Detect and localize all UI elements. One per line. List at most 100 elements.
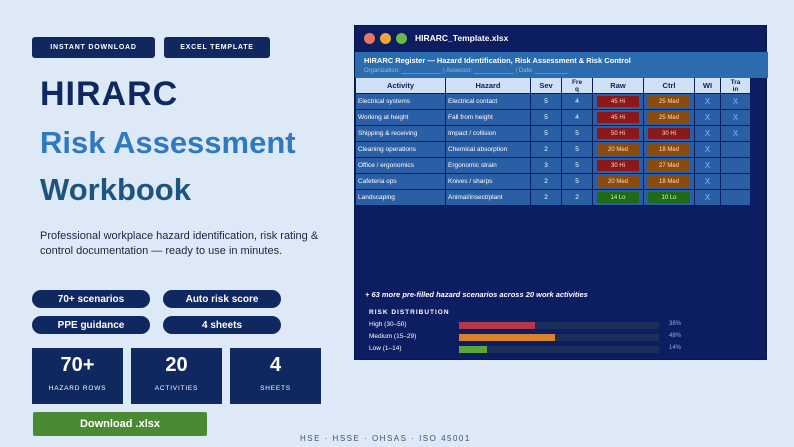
table-cell-raw[interactable]: 20 Med bbox=[593, 174, 644, 190]
feature-pill-scenarios: 70+ scenarios bbox=[32, 290, 150, 308]
footer-standards: HSE · HSSE · OHSAS · ISO 45001 bbox=[300, 434, 471, 443]
risk-level-label: High (30–50) bbox=[369, 321, 407, 328]
table-cell-wi[interactable]: X bbox=[695, 110, 721, 126]
table-cell-train[interactable]: X bbox=[721, 110, 751, 126]
page-title-line1: HIRARC bbox=[40, 75, 179, 113]
table-cell-sev[interactable]: 2 bbox=[531, 190, 562, 206]
table-cell-train[interactable]: X bbox=[721, 94, 751, 110]
table-cell-raw[interactable]: 20 Med bbox=[593, 142, 644, 158]
table-cell-sev[interactable]: 2 bbox=[531, 174, 562, 190]
stat-label: ACTIVITIES bbox=[154, 385, 199, 392]
table-cell-sev[interactable]: 5 bbox=[531, 110, 562, 126]
risk-score-badge: 25 Med bbox=[648, 112, 690, 123]
table-row[interactable]: Landscaping Animal/insect/plant 2 2 14 Lo 10 … bbox=[356, 190, 751, 206]
stat-label: HAZARD ROWS bbox=[48, 385, 107, 392]
stat-label: SHEETS bbox=[260, 385, 291, 392]
table-cell-sev[interactable]: 3 bbox=[531, 158, 562, 174]
register-header: HIRARC Register — Hazard Identification,… bbox=[355, 52, 768, 78]
table-cell-wi[interactable]: X bbox=[695, 94, 721, 110]
risk-score-badge: 25 Med bbox=[648, 96, 690, 107]
table-cell-activity[interactable]: Working at height bbox=[356, 110, 446, 126]
table-row[interactable]: Cleaning operations Chemical absorption 2 5… bbox=[356, 142, 751, 158]
table-cell-train[interactable] bbox=[721, 142, 751, 158]
table-cell-ctrl[interactable]: 18 Med bbox=[644, 174, 695, 190]
product-description: Professional workplace hazard identifica… bbox=[40, 230, 319, 257]
table-cell-hazard[interactable]: Electrical contact bbox=[446, 94, 531, 110]
table-cell-sev[interactable]: 2 bbox=[531, 142, 562, 158]
table-cell-raw[interactable]: 45 Hi bbox=[593, 110, 644, 126]
table-cell-hazard[interactable]: Animal/insect/plant bbox=[446, 190, 531, 206]
table-cell-activity[interactable]: Office / ergonomics bbox=[356, 158, 446, 174]
table-header-row: Activity Hazard Sev Fre q Raw Ctrl WI Tra in bbox=[356, 78, 751, 94]
column-header: WI bbox=[695, 78, 721, 94]
table-cell-raw[interactable]: 45 Hi bbox=[593, 94, 644, 110]
page-title-line2: Risk Assessment bbox=[40, 125, 296, 160]
table-cell-wi[interactable]: X bbox=[695, 174, 721, 190]
risk-bar-track bbox=[459, 346, 659, 353]
table-cell-wi[interactable]: X bbox=[695, 158, 721, 174]
table-cell-freq[interactable]: 5 bbox=[562, 158, 593, 174]
column-header: Ctrl bbox=[644, 78, 695, 94]
column-header: Tra in bbox=[721, 78, 751, 94]
table-cell-ctrl[interactable]: 25 Med bbox=[644, 94, 695, 110]
risk-bar-fill bbox=[459, 346, 487, 353]
table-row[interactable]: Electrical systems Electrical contact 5 4 45… bbox=[356, 94, 751, 110]
table-cell-ctrl[interactable]: 10 Lo bbox=[644, 190, 695, 206]
table-cell-hazard[interactable]: Fall from height bbox=[446, 110, 531, 126]
table-cell-train[interactable]: X bbox=[721, 126, 751, 142]
table-cell-freq[interactable]: 4 bbox=[562, 110, 593, 126]
table-cell-freq[interactable]: 2 bbox=[562, 190, 593, 206]
table-cell-activity[interactable]: Cafeteria ops bbox=[356, 174, 446, 190]
table-cell-activity[interactable]: Cleaning operations bbox=[356, 142, 446, 158]
stat-number: 70+ bbox=[60, 354, 95, 376]
register-title: HIRARC Register — Hazard Identification,… bbox=[364, 56, 631, 65]
risk-score-badge: 14 Lo bbox=[597, 192, 639, 203]
table-cell-train[interactable] bbox=[721, 158, 751, 174]
table-cell-hazard[interactable]: Ergonomic strain bbox=[446, 158, 531, 174]
risk-score-badge: 20 Med bbox=[597, 176, 639, 187]
download-button[interactable]: Download .xlsx bbox=[33, 412, 207, 436]
table-row[interactable]: Working at height Fall from height 5 4 45 Hi… bbox=[356, 110, 751, 126]
table-cell-freq[interactable]: 5 bbox=[562, 126, 593, 142]
table-cell-ctrl[interactable]: 27 Med bbox=[644, 158, 695, 174]
risk-score-badge: 18 Med bbox=[648, 144, 690, 155]
table-cell-ctrl[interactable]: 25 Med bbox=[644, 110, 695, 126]
risk-score-badge: 18 Med bbox=[648, 176, 690, 187]
table-cell-wi[interactable]: X bbox=[695, 126, 721, 142]
window-maximize-dot-icon[interactable] bbox=[396, 33, 407, 44]
table-cell-train[interactable] bbox=[721, 190, 751, 206]
window-filename: HIRARC_Template.xlsx bbox=[415, 33, 509, 43]
stat-number: 4 bbox=[269, 354, 282, 376]
window-minimize-dot-icon[interactable] bbox=[380, 33, 391, 44]
table-cell-freq[interactable]: 5 bbox=[562, 142, 593, 158]
table-cell-hazard[interactable]: Chemical absorption bbox=[446, 142, 531, 158]
table-cell-ctrl[interactable]: 18 Med bbox=[644, 142, 695, 158]
table-cell-sev[interactable]: 5 bbox=[531, 94, 562, 110]
table-cell-wi[interactable]: X bbox=[695, 190, 721, 206]
stat-hazard-rows: 70+ HAZARD ROWS bbox=[32, 348, 123, 404]
table-cell-train[interactable] bbox=[721, 174, 751, 190]
feature-pill-ppe: PPE guidance bbox=[32, 316, 150, 334]
risk-bar-track bbox=[459, 334, 659, 341]
window-close-dot-icon[interactable] bbox=[364, 33, 375, 44]
table-row[interactable]: Cafeteria ops Knives / sharps 2 5 20 Med 18 M… bbox=[356, 174, 751, 190]
table-cell-activity[interactable]: Landscaping bbox=[356, 190, 446, 206]
excel-template-tag: EXCEL TEMPLATE bbox=[164, 37, 270, 58]
table-cell-activity[interactable]: Electrical systems bbox=[356, 94, 446, 110]
stat-number: 20 bbox=[165, 354, 188, 376]
table-cell-hazard[interactable]: Impact / collision bbox=[446, 126, 531, 142]
table-cell-wi[interactable]: X bbox=[695, 142, 721, 158]
table-cell-activity[interactable]: Shipping & receiving bbox=[356, 126, 446, 142]
table-cell-ctrl[interactable]: 30 Hi bbox=[644, 126, 695, 142]
table-row[interactable]: Shipping & receiving Impact / collision 5 5… bbox=[356, 126, 751, 142]
risk-level-label: Medium (15–29) bbox=[369, 333, 417, 340]
table-row[interactable]: Office / ergonomics Ergonomic strain 3 5 30 … bbox=[356, 158, 751, 174]
risk-score-badge: 27 Med bbox=[648, 160, 690, 171]
table-cell-freq[interactable]: 5 bbox=[562, 174, 593, 190]
table-cell-raw[interactable]: 14 Lo bbox=[593, 190, 644, 206]
table-cell-sev[interactable]: 5 bbox=[531, 126, 562, 142]
table-cell-hazard[interactable]: Knives / sharps bbox=[446, 174, 531, 190]
table-cell-raw[interactable]: 30 Hi bbox=[593, 158, 644, 174]
table-cell-raw[interactable]: 50 Hi bbox=[593, 126, 644, 142]
table-cell-freq[interactable]: 4 bbox=[562, 94, 593, 110]
